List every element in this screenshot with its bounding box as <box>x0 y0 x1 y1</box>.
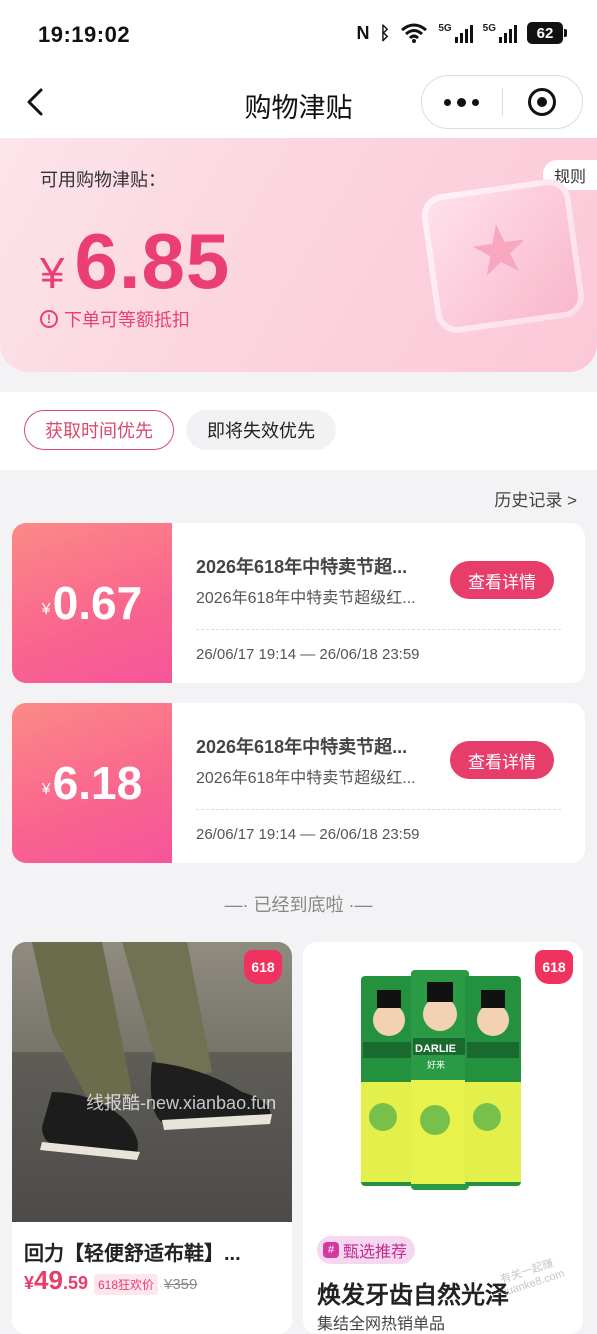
coupon-validity: 26/06/17 19:14 — 26/06/18 23:59 <box>196 646 420 663</box>
product-image: 618 <box>12 942 292 1222</box>
coupon-value-block: ¥ 6.18 <box>12 703 172 863</box>
more-button[interactable] <box>422 76 502 128</box>
price-currency: ¥ <box>24 1273 35 1293</box>
currency-symbol: ¥ <box>40 249 65 298</box>
watermark: 线报酷-new.xianbao.fun <box>86 1093 277 1113</box>
mini-program-capsule <box>421 75 583 129</box>
coupon-card: ¥ 0.67 2026年618年中特卖节超... 2026年618年中特卖节超级… <box>12 523 585 683</box>
bluetooth-icon: ᛒ <box>379 22 391 43</box>
signal-icon-1: 5G <box>438 23 473 43</box>
coupon-value: 0.67 <box>52 577 143 629</box>
price-tag: 618狂欢价 <box>93 1274 158 1295</box>
nfc-icon: Ν <box>356 22 370 43</box>
brand-label: DARLIE <box>415 1043 456 1055</box>
target-icon <box>528 88 557 116</box>
recommend-subtitle: 集结全网热销单品 <box>317 1316 446 1333</box>
badge-618: 618 <box>244 950 282 984</box>
coupon-title: 2026年618年中特卖节超... <box>196 737 408 757</box>
more-dot-icon <box>472 98 480 106</box>
battery-icon: 62 <box>527 22 567 44</box>
product-card-shoes[interactable]: 618 回力【轻便舒适布鞋】... ¥ 49 .59 618狂欢价 ¥359 <box>12 942 292 1334</box>
more-dot-icon <box>444 98 452 106</box>
hash-icon: # <box>323 1242 339 1258</box>
sort-tab-expiring-soon[interactable]: 即将失效优先 <box>186 410 336 450</box>
price-row: ¥ 49 .59 618狂欢价 ¥359 <box>24 1265 197 1296</box>
view-details-button[interactable]: 查看详情 <box>450 741 554 779</box>
toothpaste-illustration <box>361 970 521 1190</box>
coupon-desc: 2026年618年中特卖节超级红... <box>196 770 416 787</box>
coupon-desc: 2026年618年中特卖节超级红... <box>196 590 416 607</box>
wifi-icon <box>401 23 428 43</box>
sort-bar: 获取时间优先 即将失效优先 <box>0 392 597 470</box>
history-link[interactable]: 历史记录 > <box>494 486 577 511</box>
view-details-button[interactable]: 查看详情 <box>450 561 554 599</box>
shoe-illustration <box>32 942 272 1160</box>
sort-tab-acquired-time[interactable]: 获取时间优先 <box>24 410 174 450</box>
signal-label-1: 5G <box>438 23 452 34</box>
close-mini-program-button[interactable] <box>503 76 583 128</box>
original-price: ¥359 <box>164 1276 198 1293</box>
status-bar: 19:19:02 Ν ᛒ 5G 5G 62 <box>0 0 597 70</box>
coupon-value: 6.18 <box>52 757 143 809</box>
coupon-currency: ¥ <box>41 601 51 618</box>
ticket-star-illustration: ★ <box>418 176 588 336</box>
signal-icon-2: 5G <box>483 23 517 43</box>
coupon-title: 2026年618年中特卖节超... <box>196 557 408 577</box>
coupon-currency: ¥ <box>41 781 51 798</box>
deduct-note: ! 下单可等额抵扣 <box>40 306 190 332</box>
product-name: 回力【轻便舒适布鞋】... <box>24 1243 241 1265</box>
signal-label-2: 5G <box>482 23 496 34</box>
deduct-note-text: 下单可等额抵扣 <box>64 310 190 330</box>
more-dot-icon <box>457 97 467 107</box>
coupon-validity: 26/06/17 19:14 — 26/06/18 23:59 <box>196 826 420 843</box>
recommend-tag-text: 甄选推荐 <box>343 1244 408 1261</box>
recommend-title: 焕发牙齿自然光泽 <box>317 1282 509 1309</box>
badge-618: 618 <box>535 950 573 984</box>
recommend-tag: # 甄选推荐 <box>317 1236 416 1264</box>
star-icon: ★ <box>464 208 536 293</box>
brand-cn-label: 好来 <box>427 1060 446 1070</box>
coupon-divider <box>196 629 561 630</box>
coupon-value-block: ¥ 0.67 <box>12 523 172 683</box>
status-icons: Ν ᛒ 5G 5G 62 <box>356 22 567 44</box>
available-allowance-label: 可用购物津贴： <box>40 170 166 190</box>
price-decimal: .59 <box>62 1273 88 1293</box>
price-integer: 49 <box>34 1265 63 1295</box>
coupon-divider <box>196 809 561 810</box>
nav-bar: 购物津贴 <box>0 70 597 138</box>
end-of-list-text: —· 已经到底啦 ·— <box>224 895 373 915</box>
amount-value: 6.85 <box>74 217 231 305</box>
product-image: DARLIE 好来 618 <box>303 942 583 1222</box>
allowance-hero: 可用购物津贴： 规则 ¥ 6.85 ! 下单可等额抵扣 ★ <box>0 138 597 372</box>
status-time: 19:19:02 <box>38 22 131 47</box>
allowance-amount: ¥ 6.85 <box>40 216 230 307</box>
exclamation-icon: ! <box>40 310 58 328</box>
coupon-card: ¥ 6.18 2026年618年中特卖节超... 2026年618年中特卖节超级… <box>12 703 585 863</box>
